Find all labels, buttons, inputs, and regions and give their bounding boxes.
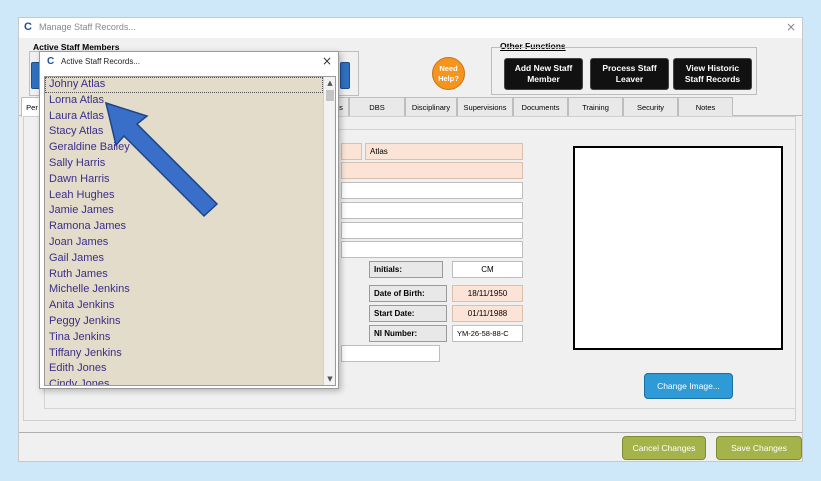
dob-label: Date of Birth: <box>369 285 447 302</box>
save-changes-button[interactable]: Save Changes <box>716 436 802 460</box>
address-field-3[interactable] <box>341 202 523 219</box>
address-field-1[interactable] <box>341 162 523 179</box>
listbox-scrollbar[interactable]: ▲ ▼ <box>323 77 335 385</box>
staff-listbox[interactable]: Johny Atlas Lorna Atlas Laura Atlas Stacy A… <box>44 76 336 386</box>
staff-list-item[interactable]: Leah Hughes <box>45 188 323 204</box>
address-field-2[interactable] <box>341 182 523 199</box>
staff-photo <box>573 146 783 350</box>
staff-list-item[interactable]: Peggy Jenkins <box>45 314 323 330</box>
staff-list-item[interactable]: Tiffany Jenkins <box>45 346 323 362</box>
staff-list-item[interactable]: Joan James <box>45 235 323 251</box>
change-image-button[interactable]: Change Image... <box>644 373 733 399</box>
need-help-button[interactable]: Need Help? <box>432 57 465 90</box>
add-new-staff-button[interactable]: Add New Staff Member <box>504 58 583 90</box>
start-date-field[interactable]: 01/11/1988 <box>452 305 523 322</box>
popup-logo-icon: C <box>47 56 55 67</box>
tab-documents[interactable]: Documents <box>513 97 568 116</box>
staff-list-item[interactable]: Tina Jenkins <box>45 330 323 346</box>
footer-divider <box>19 432 802 433</box>
initials-field[interactable]: CM <box>452 261 523 278</box>
tab-notes[interactable]: Notes <box>678 97 733 116</box>
view-historic-records-button[interactable]: View Historic Staff Records <box>673 58 752 90</box>
app-logo-icon: C <box>24 21 32 33</box>
tab-security[interactable]: Security <box>623 97 678 116</box>
tab-disciplinary[interactable]: Disciplinary <box>405 97 457 116</box>
staff-list-item[interactable]: Laura Atlas <box>45 109 323 125</box>
staff-list-item[interactable]: Ruth James <box>45 267 323 283</box>
address-field-4[interactable] <box>341 222 523 239</box>
staff-list-item[interactable]: Lorna Atlas <box>45 93 323 109</box>
surname-field[interactable]: Atlas <box>365 143 523 160</box>
staff-list-item[interactable]: Johny Atlas <box>45 77 323 93</box>
staff-list-item[interactable]: Jamie James <box>45 203 323 219</box>
start-date-label: Start Date: <box>369 305 447 322</box>
popup-close-icon[interactable]: × <box>322 54 332 68</box>
scroll-down-icon[interactable]: ▼ <box>324 373 335 385</box>
cancel-changes-button[interactable]: Cancel Changes <box>622 436 706 460</box>
staff-list-item[interactable]: Edith Jones <box>45 361 323 377</box>
staff-list: Johny Atlas Lorna Atlas Laura Atlas Stacy A… <box>45 77 323 385</box>
process-staff-leaver-button[interactable]: Process Staff Leaver <box>590 58 669 90</box>
staff-list-item[interactable]: Geraldine Bailey <box>45 140 323 156</box>
staff-list-item[interactable]: Sally Harris <box>45 156 323 172</box>
ni-number-label: NI Number: <box>369 325 447 342</box>
ni-number-field[interactable]: YM-26-58-88-C <box>452 325 523 342</box>
staff-list-item[interactable]: Gail James <box>45 251 323 267</box>
tab-supervisions[interactable]: Supervisions <box>457 97 513 116</box>
staff-selector-button-right[interactable] <box>340 62 350 89</box>
window-close-icon[interactable]: × <box>786 20 796 34</box>
tab-training[interactable]: Training <box>568 97 623 116</box>
initials-label: Initials: <box>369 261 443 278</box>
tab-dbs[interactable]: DBS <box>349 97 405 116</box>
staff-list-item[interactable]: Michelle Jenkins <box>45 282 323 298</box>
popup-title: Active Staff Records... <box>61 57 140 66</box>
address-field-5[interactable] <box>341 241 523 258</box>
window-title: Manage Staff Records... <box>39 22 136 32</box>
popup-titlebar: C Active Staff Records... × <box>40 52 338 72</box>
scroll-up-icon[interactable]: ▲ <box>324 77 335 89</box>
staff-list-item[interactable]: Dawn Harris <box>45 172 323 188</box>
staff-list-item[interactable]: Cindy Jones <box>45 377 323 385</box>
extra-field[interactable] <box>341 345 440 362</box>
staff-list-item[interactable]: Anita Jenkins <box>45 298 323 314</box>
active-staff-records-popup: C Active Staff Records... × Johny Atlas L… <box>39 51 339 389</box>
window-titlebar: C Manage Staff Records... × <box>19 18 802 38</box>
dob-field[interactable]: 18/11/1950 <box>452 285 523 302</box>
scroll-thumb[interactable] <box>326 90 334 101</box>
staff-list-item[interactable]: Ramona James <box>45 219 323 235</box>
staff-list-item[interactable]: Stacy Atlas <box>45 124 323 140</box>
forename-field[interactable] <box>341 143 362 160</box>
